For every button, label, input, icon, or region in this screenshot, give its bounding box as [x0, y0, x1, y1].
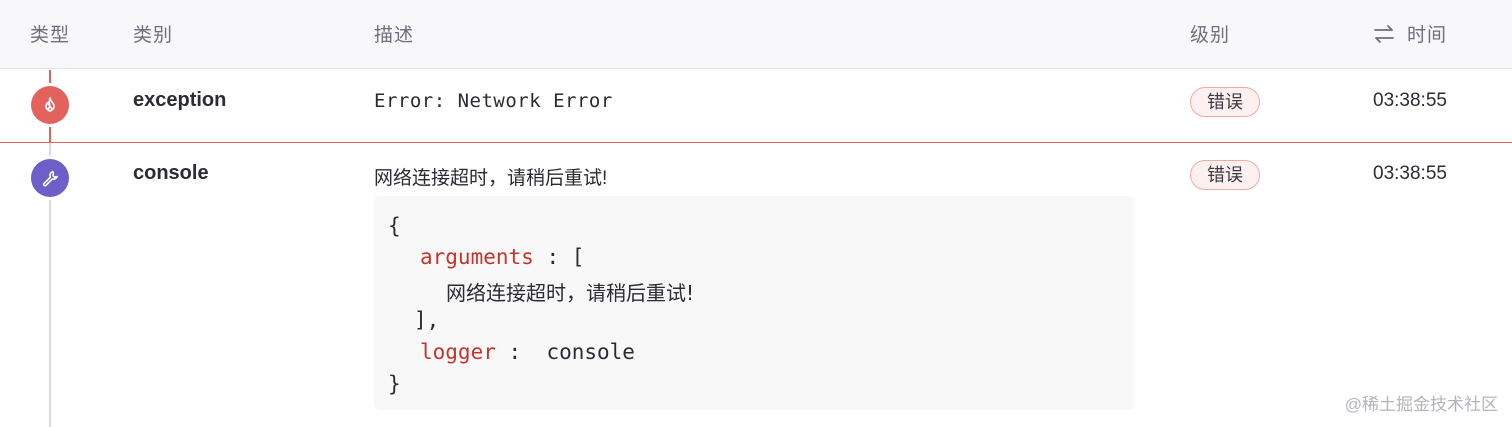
code-key: logger [420, 340, 496, 364]
event-category: console [133, 162, 209, 184]
header-type: 类型 [30, 25, 71, 46]
event-description: Error: Network Error [374, 90, 613, 112]
watermark: @稀土掘金技术社区 [1344, 395, 1498, 414]
code-value: console [546, 340, 635, 364]
event-time: 03:38:55 [1373, 163, 1447, 184]
breadcrumbs-table: 类型 类别 描述 级别 时间 exception Error: Network … [0, 0, 1512, 427]
code-key: arguments [420, 245, 534, 269]
code-open-brace: { [388, 214, 401, 238]
code-close-brace: } [388, 372, 401, 396]
header-time-label: 时间 [1407, 25, 1448, 46]
table-header: 类型 类别 描述 级别 时间 [0, 0, 1512, 69]
code-punctuation: : [495, 340, 547, 364]
code-arguments-line: arguments : [ [420, 245, 584, 269]
event-time: 03:38:55 [1373, 90, 1447, 111]
header-category: 类别 [133, 25, 174, 46]
event-description: 网络连接超时，请稍后重试! [374, 168, 608, 189]
flame-icon [31, 86, 69, 124]
code-punctuation: ], [414, 308, 440, 332]
code-punctuation: : [ [533, 245, 585, 269]
header-time[interactable]: 时间 [1373, 20, 1447, 47]
header-description: 描述 [374, 25, 415, 46]
code-string-value: 网络连接超时，请稍后重试! [446, 281, 695, 305]
header-level: 级别 [1190, 25, 1231, 46]
swap-icon[interactable] [1373, 23, 1395, 45]
level-badge: 错误 [1190, 87, 1260, 117]
event-category: exception [133, 89, 227, 111]
code-block: { arguments : [ 网络连接超时，请稍后重试! ], logger … [374, 196, 1134, 410]
table-row[interactable]: exception Error: Network Error 错误 03:38:… [0, 70, 1512, 143]
wrench-icon [31, 159, 69, 197]
code-logger-line: logger : console [420, 340, 635, 364]
level-badge: 错误 [1190, 160, 1260, 190]
